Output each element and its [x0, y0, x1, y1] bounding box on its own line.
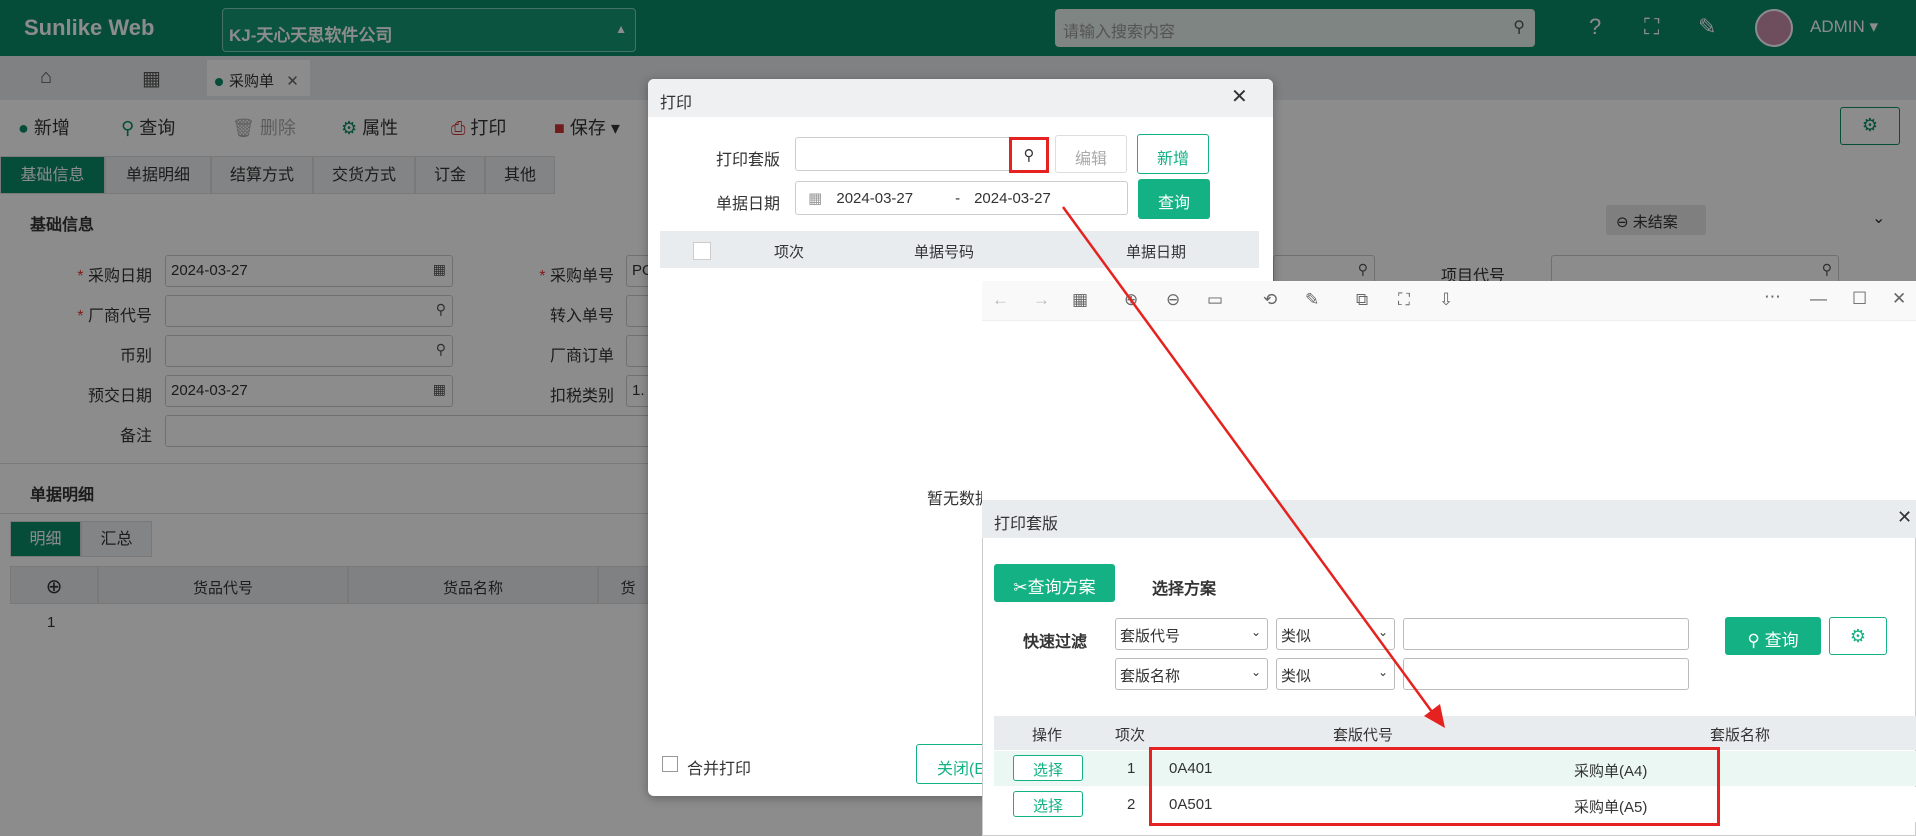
date-label: 单据日期 — [716, 196, 781, 213]
close-icon[interactable]: ✕ — [1897, 507, 1912, 528]
more-icon[interactable]: ⋯ — [1764, 287, 1781, 307]
filter-value-input-2[interactable] — [1403, 658, 1689, 690]
minimize-icon[interactable]: — — [1810, 289, 1827, 309]
col-seq: 项次 — [774, 244, 805, 261]
template-label: 打印套版 — [716, 152, 781, 169]
date-range-field[interactable]: ▦ 2024-03-27-2024-03-27 — [795, 181, 1128, 215]
query-scheme-button[interactable]: ✂查询方案 — [994, 564, 1115, 602]
filter-settings-button[interactable]: ⚙ — [1829, 617, 1887, 655]
back-icon[interactable]: ← — [992, 290, 1009, 310]
select-row-button[interactable]: 选择 — [1013, 791, 1083, 817]
col-template-name: 套版名称 — [1710, 727, 1771, 744]
row-seq: 2 — [1127, 796, 1136, 813]
thumbnails-icon[interactable]: ▦ — [1072, 290, 1088, 310]
filter-field-select-2[interactable]: 套版名称 ⌄ — [1115, 658, 1268, 690]
quick-filter-label: 快速过滤 — [1023, 634, 1088, 651]
select-all-checkbox[interactable] — [693, 242, 711, 260]
col-doc-date: 单据日期 — [1126, 244, 1187, 261]
chevron-down-icon: ⌄ — [1377, 665, 1388, 679]
template-picker-header: 打印套版 — [982, 500, 1916, 538]
select-row-button[interactable]: 选择 — [1013, 755, 1083, 781]
edit-template-button[interactable]: 编辑 — [1055, 135, 1127, 173]
print-query-button[interactable]: 查询 — [1138, 179, 1210, 219]
query-scheme-label: 查询方案 — [1027, 578, 1096, 597]
forward-icon[interactable]: → — [1033, 290, 1050, 310]
preview-toolbar: ← → ▦ ⊕ ⊖ ▭ ⟲ ✎ ⧉ ⛶ ⇩ ⋯ — ☐ ✕ — [982, 281, 1916, 321]
template-picker-title: 打印套版 — [994, 516, 1059, 533]
download-icon[interactable]: ⇩ — [1439, 290, 1453, 310]
col-seq: 项次 — [1115, 727, 1146, 744]
merge-print-checkbox[interactable] — [662, 756, 678, 772]
calendar-icon: ▦ — [808, 190, 823, 207]
highlight-box — [1149, 747, 1720, 826]
close-icon[interactable]: ✕ — [1231, 84, 1248, 109]
template-search-icon[interactable]: ⚲ — [1009, 137, 1049, 173]
filter-value-input-1[interactable] — [1403, 618, 1689, 650]
filter-op-select-2[interactable]: 类似 ⌄ — [1276, 658, 1395, 690]
rotate-icon[interactable]: ⟲ — [1263, 290, 1277, 310]
maximize-icon[interactable]: ☐ — [1852, 289, 1867, 309]
filter-op-select-1[interactable]: 类似 ⌄ — [1276, 618, 1395, 650]
template-query-label: 查询 — [1764, 631, 1799, 650]
chevron-down-icon: ⌄ — [1377, 625, 1388, 639]
print-dialog-title: 打印 — [660, 95, 693, 112]
gear-icon: ⚙ — [1849, 626, 1867, 646]
share-icon[interactable]: ⧉ — [1356, 290, 1368, 310]
col-doc-no: 单据号码 — [914, 244, 975, 261]
col-template-code: 套版代号 — [1333, 727, 1394, 744]
zoom-out-icon[interactable]: ⊖ — [1166, 290, 1180, 310]
template-query-button[interactable]: ⚲ 查询 — [1725, 617, 1821, 655]
add-template-button[interactable]: 新增 — [1137, 134, 1209, 174]
row-seq: 1 — [1127, 760, 1136, 777]
col-operation: 操作 — [1032, 727, 1063, 744]
select-scheme-link[interactable]: 选择方案 — [1152, 575, 1216, 599]
edit-icon[interactable]: ✎ — [1305, 290, 1319, 310]
fit-icon[interactable]: ▭ — [1207, 290, 1223, 310]
close-window-icon[interactable]: ✕ — [1892, 289, 1906, 309]
chevron-down-icon: ⌄ — [1250, 625, 1261, 639]
merge-print-label: 合并打印 — [687, 761, 752, 778]
chevron-down-icon: ⌄ — [1250, 665, 1261, 679]
print-dialog-header: 打印 — [648, 79, 1273, 117]
zoom-in-icon[interactable]: ⊕ — [1124, 290, 1138, 310]
filter-field-select-1[interactable]: 套版代号 ⌄ — [1115, 618, 1268, 650]
capture-icon[interactable]: ⛶ — [1398, 290, 1410, 310]
